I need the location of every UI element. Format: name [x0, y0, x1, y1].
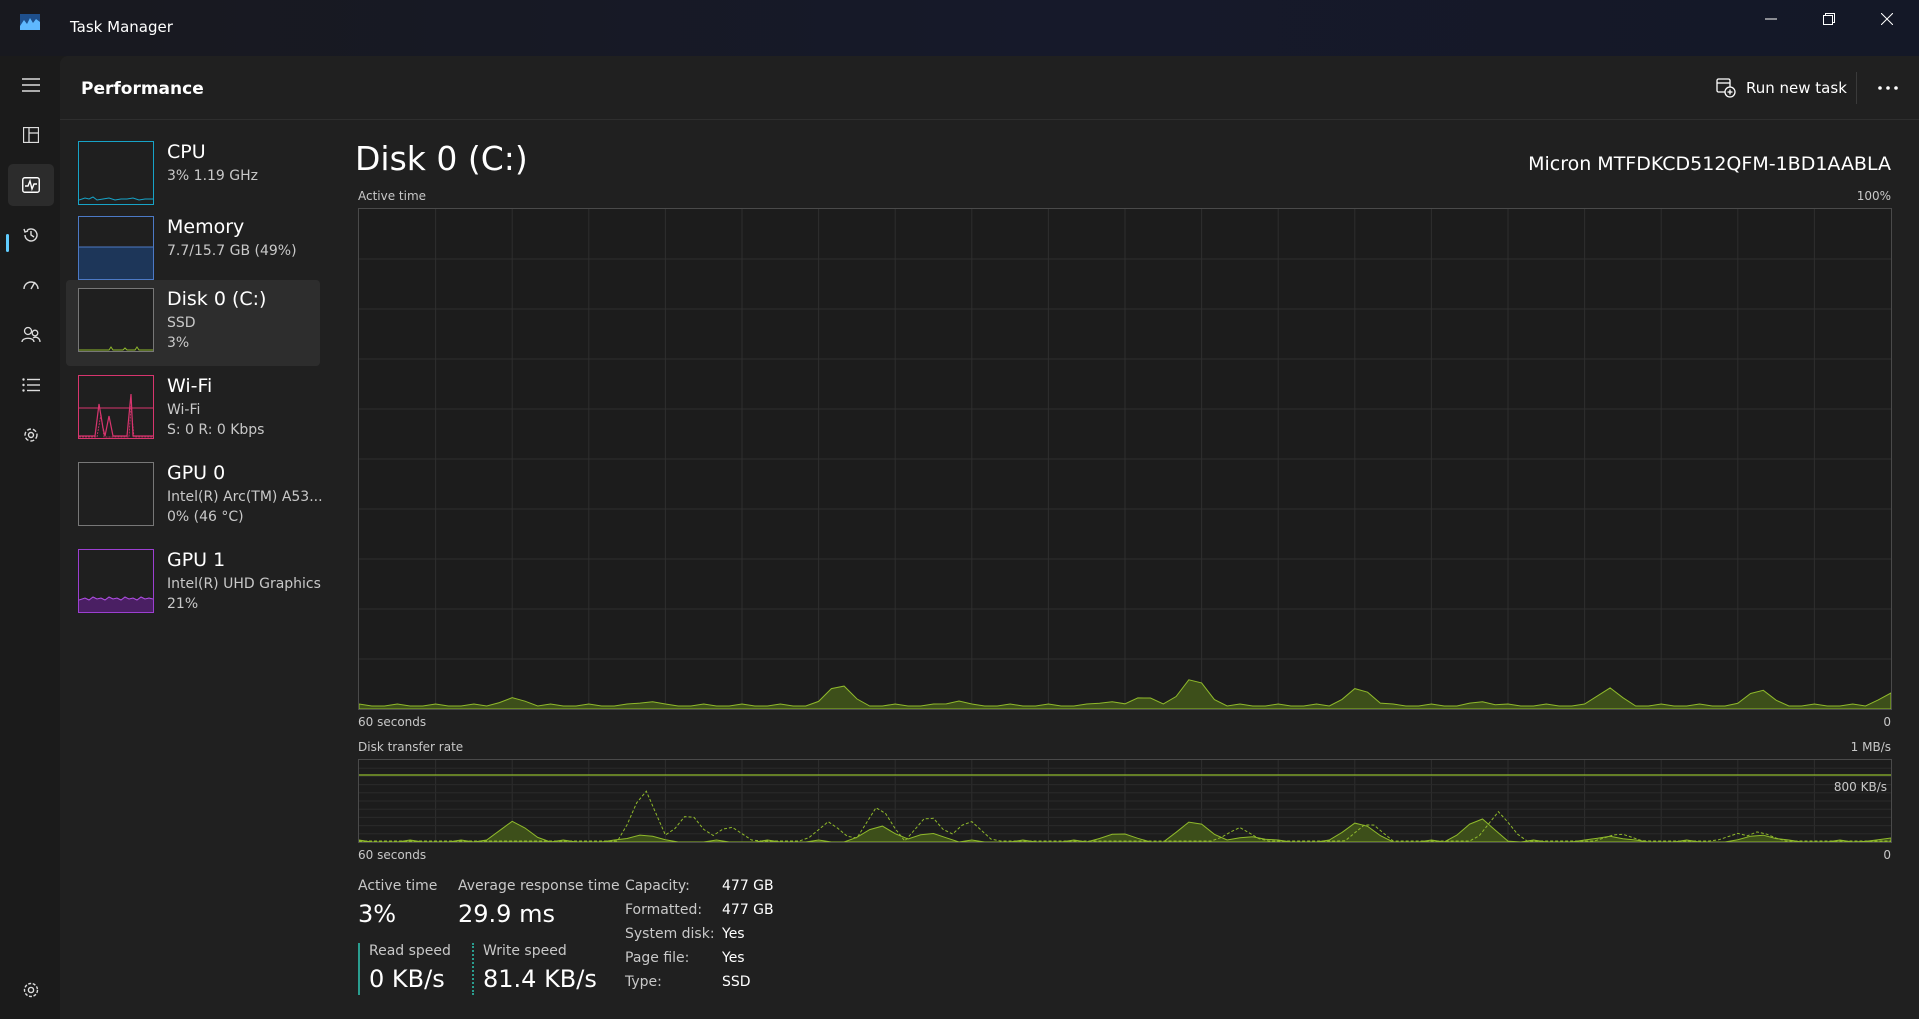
- memory-thumbnail-graph: [78, 216, 154, 280]
- services-icon: [24, 428, 38, 442]
- active-time-stat-label: Active time: [358, 878, 438, 894]
- device-item-cpu[interactable]: CPU 3% 1.19 GHz: [66, 133, 320, 219]
- read-speed-label: Read speed: [369, 943, 451, 959]
- cpu-thumbnail-graph: [78, 141, 154, 205]
- device-detail: Intel(R) UHD Graphics: [167, 576, 321, 592]
- type-key: Type:: [625, 974, 662, 990]
- transfer-x-start: 60 seconds: [358, 848, 427, 862]
- processes-icon: [23, 127, 39, 143]
- task-manager-icon: [20, 14, 40, 30]
- active-time-stat-value: 3%: [358, 900, 397, 928]
- users-icon: [21, 326, 41, 343]
- system-disk-value: Yes: [722, 926, 745, 942]
- transfer-max-label: 1 MB/s: [1850, 740, 1891, 754]
- avg-response-value: 29.9 ms: [458, 900, 555, 928]
- transfer-rate-plot: [358, 760, 1892, 843]
- transfer-graph-label: Disk transfer rate: [358, 740, 464, 754]
- device-detail: SSD: [167, 315, 196, 331]
- page-title: Performance: [81, 79, 204, 99]
- device-item-wifi[interactable]: Wi-Fi Wi-Fi S: 0 R: 0 Kbps: [66, 367, 320, 453]
- app-history-icon: [23, 228, 38, 242]
- device-name: Disk 0 (C:): [167, 288, 267, 310]
- nav-app-history[interactable]: [8, 214, 54, 256]
- more-icon: [1878, 86, 1898, 90]
- avg-response-label: Average response time: [458, 878, 620, 894]
- formatted-value: 477 GB: [722, 902, 774, 918]
- nav-processes[interactable]: [8, 114, 54, 156]
- transfer-x-end: 0: [1883, 848, 1891, 862]
- formatted-key: Formatted:: [625, 902, 703, 918]
- transfer-line-label: 800 KB/s: [1833, 780, 1887, 794]
- active-time-graph-label: Active time: [358, 189, 427, 203]
- gear-icon: [23, 982, 39, 998]
- device-item-gpu-1[interactable]: GPU 1 Intel(R) UHD Graphics 21%: [66, 541, 321, 627]
- system-disk-key: System disk:: [625, 926, 715, 942]
- more-options-button[interactable]: [1870, 74, 1906, 102]
- startup-apps-icon: [23, 281, 39, 290]
- type-value: SSD: [722, 974, 751, 990]
- minimize-button[interactable]: [1742, 0, 1800, 38]
- run-task-icon: [1716, 78, 1736, 98]
- device-usage: S: 0 R: 0 Kbps: [167, 422, 265, 438]
- close-icon: [1881, 13, 1893, 25]
- active-time-max-label: 100%: [1856, 189, 1891, 203]
- write-speed-label: Write speed: [483, 943, 567, 959]
- write-speed-value: 81.4 KB/s: [483, 965, 597, 993]
- device-detail: 7.7/15.7 GB (49%): [167, 243, 297, 259]
- active-time-x-end: 0: [1883, 715, 1891, 729]
- active-time-plot: [358, 209, 1892, 710]
- minimize-icon: [1765, 18, 1777, 20]
- disk-model: Micron MTFDKCD512QFM-1BD1AABLA: [1528, 153, 1891, 175]
- capacity-value: 477 GB: [722, 878, 774, 894]
- header-divider: [60, 119, 1919, 120]
- disk-thumbnail-graph: [78, 288, 154, 352]
- read-speed-bar: [358, 943, 360, 995]
- device-detail: 3% 1.19 GHz: [167, 168, 259, 184]
- device-item-gpu-0[interactable]: GPU 0 Intel(R) Arc(TM) A53... 0% (46 °C): [66, 454, 323, 540]
- device-usage: 21%: [167, 596, 199, 612]
- nav-services[interactable]: [8, 414, 54, 456]
- active-time-x-start: 60 seconds: [358, 715, 427, 729]
- read-speed-value: 0 KB/s: [369, 965, 445, 993]
- nav-startup-apps[interactable]: [8, 264, 54, 306]
- disk-title: Disk 0 (C:): [355, 139, 528, 178]
- window-title: Task Manager: [70, 18, 173, 36]
- toolbar-separator: [1856, 72, 1857, 104]
- device-usage: 0% (46 °C): [167, 509, 244, 525]
- device-usage: 3%: [167, 335, 190, 351]
- gpu0-thumbnail-graph: [78, 462, 154, 526]
- device-name: GPU 1: [167, 549, 226, 571]
- details-icon: [22, 378, 40, 392]
- nav-users[interactable]: [8, 314, 54, 356]
- device-name: GPU 0: [167, 462, 226, 484]
- page-file-key: Page file:: [625, 950, 690, 966]
- device-item-disk-0[interactable]: Disk 0 (C:) SSD 3%: [66, 280, 320, 366]
- wifi-thumbnail-graph: [78, 375, 154, 439]
- capacity-key: Capacity:: [625, 878, 690, 894]
- navigation-rail: [0, 56, 60, 1019]
- active-time-graph: [358, 208, 1892, 710]
- write-speed-bar: [472, 943, 474, 995]
- title-bar: Task Manager: [0, 0, 1919, 56]
- run-new-task-label: Run new task: [1746, 79, 1847, 97]
- performance-icon: [22, 177, 40, 193]
- device-detail: Wi-Fi: [167, 402, 201, 418]
- page-file-value: Yes: [722, 950, 745, 966]
- run-new-task-button[interactable]: Run new task: [1716, 74, 1847, 102]
- nav-settings[interactable]: [8, 969, 54, 1011]
- gpu1-thumbnail-graph: [78, 549, 154, 613]
- restore-icon: [1823, 13, 1835, 25]
- nav-menu-button[interactable]: [8, 64, 54, 106]
- nav-performance[interactable]: [8, 164, 54, 206]
- transfer-rate-graph: 800 KB/s: [358, 759, 1892, 843]
- device-name: Memory: [167, 216, 245, 238]
- nav-details[interactable]: [8, 364, 54, 406]
- hamburger-menu-icon: [22, 78, 40, 92]
- device-name: CPU: [167, 141, 206, 163]
- close-button[interactable]: [1858, 0, 1916, 38]
- restore-button[interactable]: [1800, 0, 1858, 38]
- device-detail: Intel(R) Arc(TM) A53...: [167, 489, 323, 505]
- device-name: Wi-Fi: [167, 375, 213, 397]
